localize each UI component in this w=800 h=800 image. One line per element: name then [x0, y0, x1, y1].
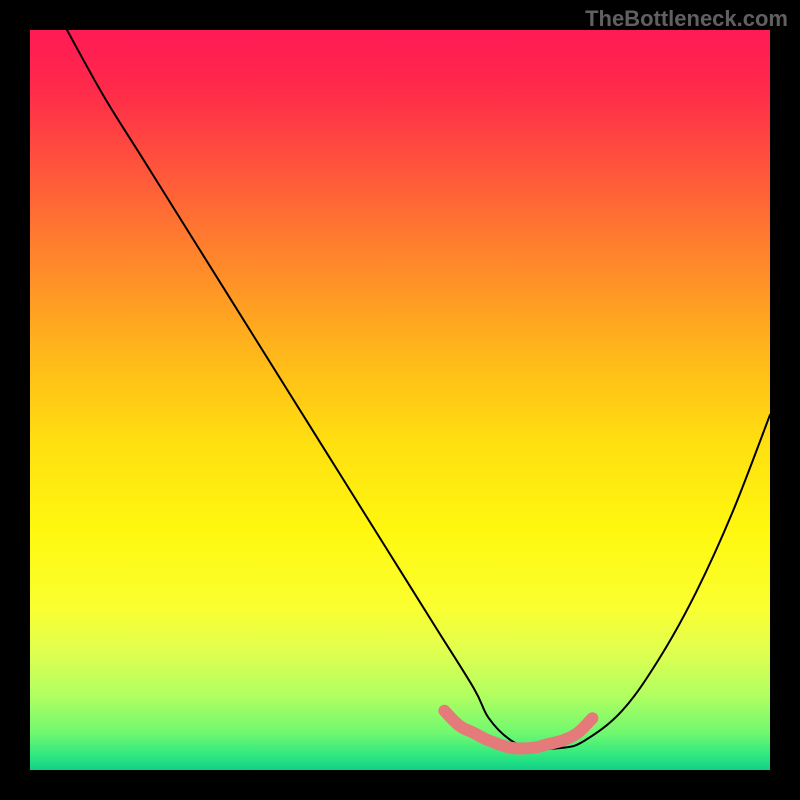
chart-plot-area — [30, 30, 770, 770]
watermark-text: TheBottleneck.com — [585, 6, 788, 32]
chart-svg — [30, 30, 770, 770]
main-curve-line — [67, 30, 770, 749]
trough-highlight-line — [444, 711, 592, 749]
